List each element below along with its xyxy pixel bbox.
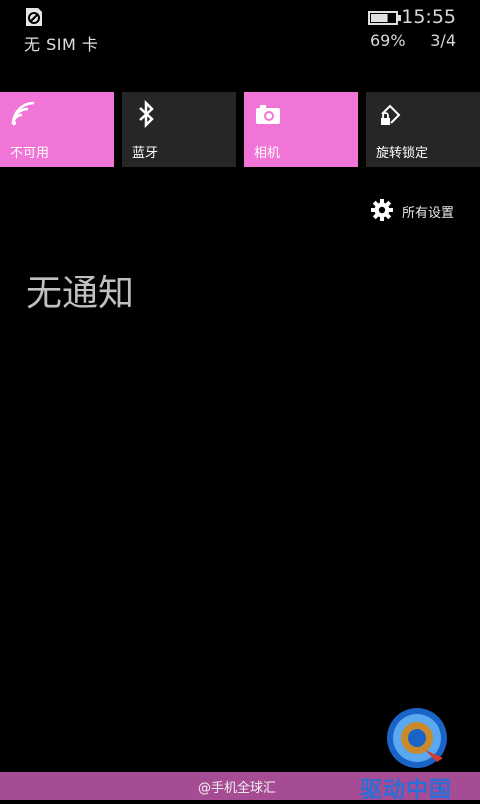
rotation-lock-icon [381,104,401,125]
tile-wifi[interactable]: 不可用 [0,92,114,167]
status-bar: 无 SIM 卡 15:55 69% 3/4 [0,0,480,60]
watermark-logo [387,708,447,768]
tile-camera[interactable]: 相机 [244,92,358,167]
battery-icon [368,11,401,25]
tile-camera-label: 相机 [254,146,281,161]
clock: 15:55 [401,6,456,28]
quick-actions: 不可用 蓝牙 相机 旋转锁定 [0,92,480,167]
tile-rotation-lock-label: 旋转锁定 [376,146,429,161]
watermark-text: @手机全球汇 [198,781,277,796]
camera-icon [256,105,280,124]
no-notifications-text: 无通知 [26,273,135,314]
all-settings-label: 所有设置 [402,206,455,221]
wifi-icon [11,101,35,126]
tile-bluetooth[interactable]: 蓝牙 [122,92,236,167]
watermark-brand: 驱动中国 [360,778,453,803]
tile-bluetooth-label: 蓝牙 [132,146,159,161]
tile-wifi-label: 不可用 [10,146,50,161]
battery-percent: 69% [370,31,406,50]
page-indicator: 3/4 [430,31,456,50]
sim-status-icon [26,8,42,26]
gear-icon [371,199,393,221]
bluetooth-icon [139,100,154,128]
tile-rotation-lock[interactable]: 旋转锁定 [366,92,480,167]
sim-status-text: 无 SIM 卡 [24,35,99,54]
all-settings-link[interactable]: 所有设置 [370,198,470,222]
